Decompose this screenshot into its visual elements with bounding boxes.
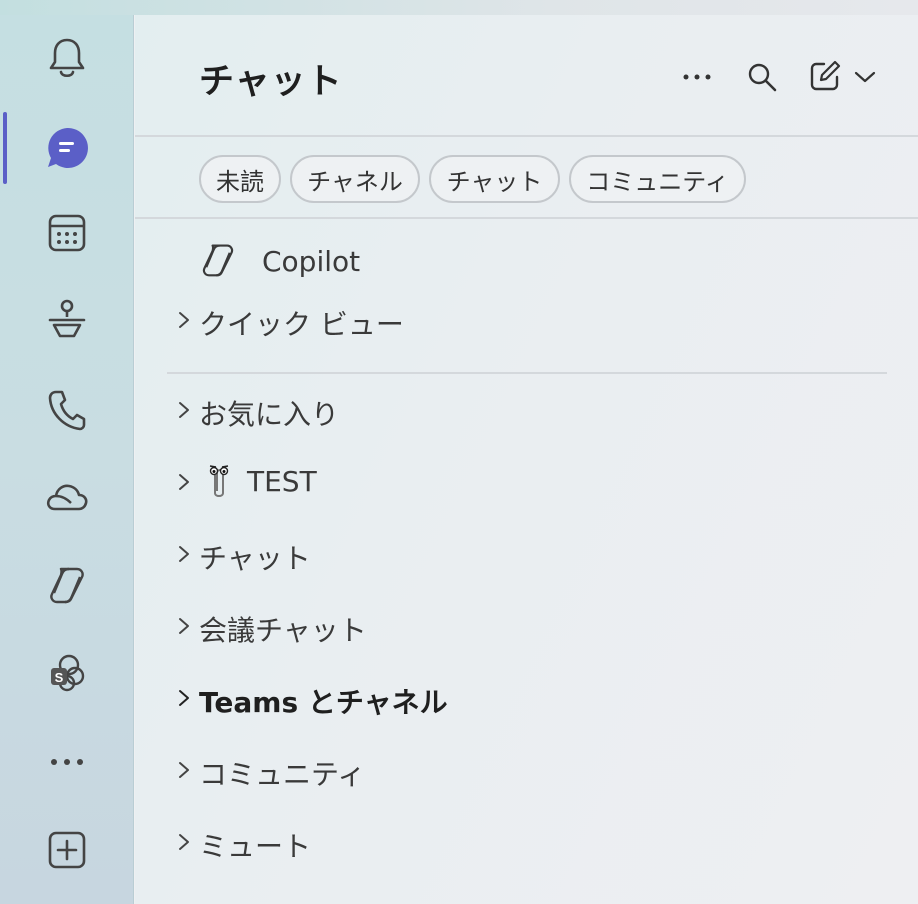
section-label: お気に入り [199,398,340,431]
chat-button[interactable] [0,118,134,178]
search-icon [748,63,777,92]
calls-button[interactable] [0,380,134,440]
more-icon [51,759,83,765]
chevron-right-icon [179,834,189,850]
copilot-label: Copilot [262,245,361,278]
section-label: TEST [247,465,317,498]
filter-channels[interactable]: チャネル [290,155,420,203]
calendar-button[interactable] [0,203,134,263]
filter-chats[interactable]: チャット [429,155,560,203]
more-options-button[interactable] [677,63,717,91]
section-test[interactable]: TEST [135,457,918,507]
more-icon [683,74,711,80]
chat-header: チャット [135,15,918,137]
section-label: ミュート [199,830,312,863]
calendar-icon [48,214,86,252]
section-muted[interactable]: ミュート [135,817,918,867]
filter-bar: 未読 チャネル チャット コミュニティ [135,139,918,219]
chevron-down-icon [854,71,876,83]
add-apps-icon [48,831,86,869]
new-chat-dropdown[interactable] [851,65,879,89]
compose-icon [810,60,841,91]
section-teams-channels[interactable]: Teams とチャネル [135,673,918,723]
svg-text:S: S [55,670,64,685]
filter-communities[interactable]: コミュニティ [569,155,746,203]
search-button[interactable] [743,59,781,95]
clippy-icon [209,465,229,497]
section-label: Teams とチャネル [199,686,448,719]
section-favorites[interactable]: お気に入り [135,385,918,435]
chevron-right-icon [179,546,189,562]
copilot-icon [50,567,84,604]
chat-pane: チャット 未読 チャネル チャット コミュニティ Copilot クイック ビュ… [135,15,918,904]
onedrive-button[interactable] [0,467,134,527]
sharepoint-button[interactable]: S [0,643,134,703]
copilot-item[interactable]: Copilot [135,236,918,286]
chevron-right-icon [179,618,189,634]
section-meeting-chats[interactable]: 会議チャット [135,601,918,651]
new-chat-button[interactable] [807,57,843,95]
section-chats[interactable]: チャット [135,529,918,579]
copilot-button[interactable] [0,555,134,615]
phone-icon [48,390,86,431]
title-bar [0,0,918,15]
onedrive-icon [46,484,88,511]
chat-icon [48,127,88,168]
community-button[interactable] [0,290,134,350]
activity-button[interactable] [0,28,134,88]
chevron-right-icon [179,690,189,706]
section-label: 会議チャット [199,614,367,647]
page-title: チャット [199,62,343,102]
chevron-right-icon [179,762,189,778]
section-communities[interactable]: コミュニティ [135,745,918,795]
add-apps-button[interactable] [0,820,134,880]
section-label: クイック ビュー [199,308,404,341]
app-rail: S [0,15,134,904]
people-icon [48,299,86,338]
bell-icon [49,38,85,78]
sharepoint-icon: S [51,654,85,692]
section-quick-view[interactable]: クイック ビュー [135,295,918,345]
chevron-right-icon [179,474,189,490]
section-label: コミュニティ [199,758,366,791]
chevron-right-icon [179,402,189,418]
chevron-right-icon [179,312,189,328]
filter-unread[interactable]: 未読 [199,155,281,203]
section-divider [167,372,887,374]
copilot-icon [202,244,234,277]
more-apps-button[interactable] [0,732,134,792]
section-label: チャット [199,542,311,575]
